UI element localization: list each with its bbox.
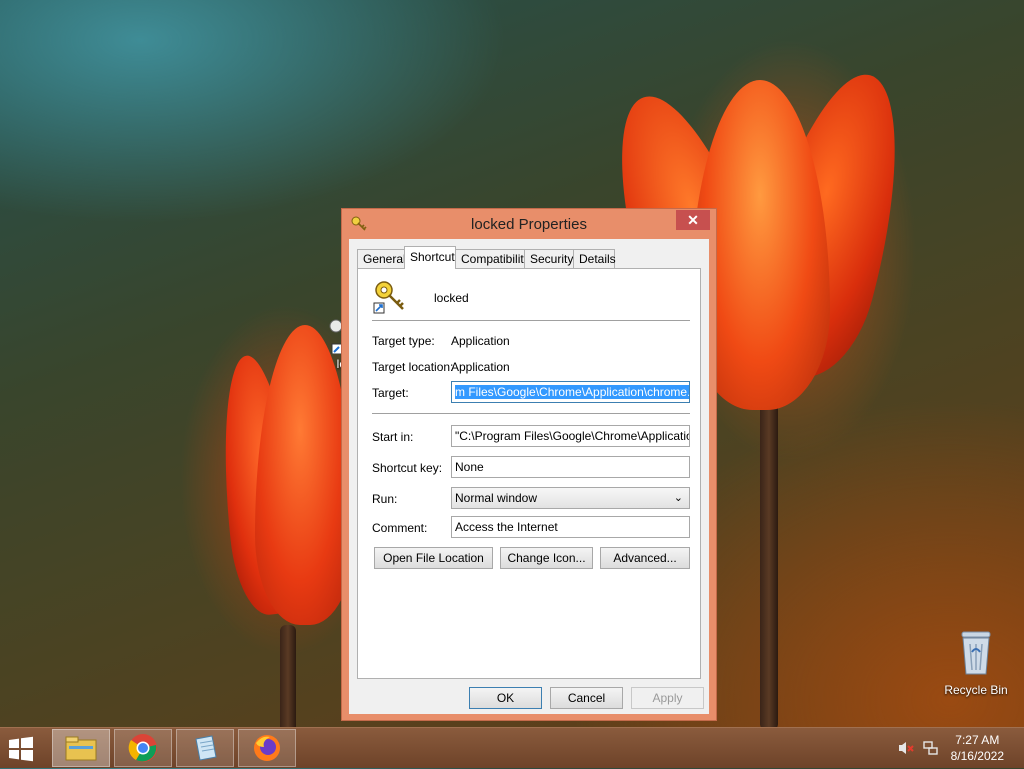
speaker-muted-icon[interactable]	[898, 740, 914, 756]
run-select-value: Normal window	[455, 491, 538, 505]
run-label: Run:	[372, 492, 398, 506]
firefox-icon	[254, 735, 280, 761]
clock-time: 7:27 AM	[955, 733, 1000, 747]
cancel-button[interactable]: Cancel	[550, 687, 623, 709]
clock-date: 8/16/2022	[950, 749, 1004, 763]
taskbar: 7:27 AM 8/16/2022	[0, 727, 1024, 768]
apply-button[interactable]: Apply	[631, 687, 704, 709]
recycle-bin[interactable]: Recycle Bin	[938, 630, 1014, 697]
dialog-client: General Shortcut Compatibility Security …	[349, 239, 709, 714]
target-location-label: Target location:	[372, 360, 454, 374]
windows-start-icon[interactable]	[8, 736, 34, 762]
recycle-bin-label: Recycle Bin	[944, 683, 1008, 697]
tab-security[interactable]: Security	[524, 249, 574, 268]
open-file-location-button[interactable]: Open File Location	[374, 547, 493, 569]
notepad-icon	[195, 735, 217, 761]
target-location-value: Application	[451, 360, 510, 374]
chevron-down-icon: ⌄	[673, 492, 683, 504]
change-icon-button[interactable]: Change Icon...	[500, 547, 593, 569]
advanced-button[interactable]: Advanced...	[600, 547, 690, 569]
file-explorer-icon	[65, 736, 97, 761]
target-type-label: Target type:	[372, 334, 435, 348]
comment-input[interactable]: Access the Internet	[451, 516, 690, 538]
taskbar-chrome[interactable]	[114, 729, 172, 767]
tab-compatibility[interactable]: Compatibility	[455, 249, 530, 268]
close-button[interactable]: ✕	[676, 210, 710, 230]
separator	[372, 413, 690, 414]
tab-details[interactable]: Details	[573, 249, 616, 268]
shortcut-key-label: Shortcut key:	[372, 461, 443, 475]
title-bar[interactable]: locked Properties ✕	[342, 209, 716, 239]
target-input[interactable]: m Files\Google\Chrome\Application\chrome…	[451, 381, 690, 403]
ok-button[interactable]: OK	[469, 687, 542, 709]
start-in-label: Start in:	[372, 430, 414, 444]
window-title: locked Properties	[471, 216, 587, 233]
tab-shortcut[interactable]: Shortcut	[404, 246, 456, 269]
taskbar-firefox[interactable]	[238, 729, 296, 767]
comment-label: Comment:	[372, 521, 428, 535]
shortcut-panel: locked Target type: Application Target l…	[357, 268, 701, 679]
start-in-input[interactable]: "C:\Program Files\Google\Chrome\Applicat…	[451, 425, 690, 447]
recycle-bin-icon	[961, 631, 991, 675]
taskbar-file-explorer[interactable]	[52, 729, 110, 767]
separator	[372, 320, 690, 321]
chrome-icon	[128, 734, 157, 762]
properties-dialog: locked Properties ✕ General Shortcut Com…	[341, 208, 717, 721]
tab-general[interactable]: General	[357, 249, 406, 268]
system-clock[interactable]: 7:27 AM 8/16/2022	[951, 732, 1004, 764]
shortcut-name: locked	[434, 291, 469, 305]
target-value: m Files\Google\Chrome\Application\chrome…	[455, 385, 689, 399]
network-icon[interactable]	[922, 740, 938, 756]
keys-icon	[373, 281, 404, 314]
target-label: Target:	[372, 386, 409, 400]
target-type-value: Application	[451, 334, 510, 348]
taskbar-notepad[interactable]	[176, 729, 234, 767]
tulip-left	[211, 325, 355, 735]
run-select[interactable]: Normal window ⌄	[451, 487, 690, 509]
shortcut-key-input[interactable]: None	[451, 456, 690, 478]
